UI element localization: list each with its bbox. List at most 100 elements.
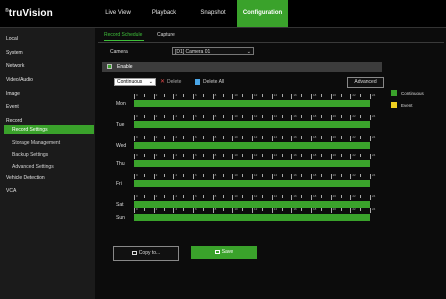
- camera-select[interactable]: [D1] Camera 01 ⌄: [172, 47, 254, 55]
- nav-tab-configuration[interactable]: Configuration: [237, 0, 288, 27]
- nav-tab-playback[interactable]: Playback: [150, 0, 178, 27]
- sidebar-item-local[interactable]: Local: [6, 36, 18, 42]
- schedule-bar-fri[interactable]: [134, 180, 370, 187]
- hour-tick: [232, 115, 234, 120]
- advanced-button[interactable]: Advanced: [347, 77, 384, 88]
- tab-capture[interactable]: Capture: [157, 32, 175, 38]
- schedule-bar-sun[interactable]: [134, 214, 370, 221]
- hour-tick: [173, 115, 175, 120]
- hour-tick: [330, 94, 332, 99]
- hour-tick: [271, 115, 273, 120]
- hour-tick: [232, 154, 234, 159]
- hour-tick: [340, 136, 342, 139]
- hour-number: 4: [175, 114, 177, 118]
- hour-number: 14: [273, 114, 277, 118]
- hour-tick: [330, 174, 332, 179]
- sidebar-item-event[interactable]: Event: [6, 104, 19, 110]
- sidebar-item-system[interactable]: System: [6, 50, 23, 56]
- hour-number: 10: [234, 135, 238, 139]
- hour-tick: [330, 136, 332, 141]
- hour-number: 16: [293, 153, 297, 157]
- hour-tick: [291, 136, 293, 141]
- sidebar-subitem-advanced-settings[interactable]: Advanced Settings: [12, 164, 54, 170]
- hour-tick: [222, 154, 224, 157]
- enable-checkbox[interactable]: [107, 64, 112, 69]
- hour-number: 8: [214, 153, 217, 157]
- sidebar-item-network[interactable]: Network: [6, 63, 24, 69]
- hour-number: 2: [155, 173, 158, 177]
- hour-number: 18: [313, 135, 317, 139]
- hour-tick: [193, 115, 194, 120]
- hour-tick: [153, 208, 155, 213]
- hour-tick: [311, 136, 312, 141]
- hour-tick: [350, 208, 352, 213]
- hour-tick: [320, 174, 322, 177]
- hour-tick: [222, 115, 224, 118]
- hour-number: 0: [136, 207, 138, 211]
- sidebar-item-image[interactable]: Image: [6, 91, 20, 97]
- tab-record-schedule[interactable]: Record Schedule: [104, 32, 142, 38]
- hour-number: 8: [214, 114, 217, 118]
- hour-number: 24: [372, 194, 376, 198]
- schedule-bar-thu[interactable]: [134, 160, 370, 167]
- sidebar-item-video-audio[interactable]: Video/Audio: [6, 77, 33, 83]
- hour-number: 12: [254, 173, 258, 177]
- schedule-bar-tue[interactable]: [134, 121, 370, 128]
- hour-tick: [163, 208, 165, 211]
- hour-number: 8: [214, 194, 217, 198]
- hour-number: 2: [155, 207, 158, 211]
- sidebar-item-vca[interactable]: VCA: [6, 188, 16, 194]
- hour-tick: [183, 154, 185, 157]
- schedule-bar-mon[interactable]: [134, 100, 370, 107]
- legend-event-label: Event: [401, 103, 413, 108]
- hour-tick: [350, 115, 352, 120]
- sidebar: Local System Network Video/Audio Image Event R…: [0, 28, 95, 299]
- hour-number: 20: [332, 135, 336, 139]
- hour-tick: [370, 136, 371, 141]
- hour-tick: [370, 94, 371, 99]
- trash-icon[interactable]: [195, 79, 200, 85]
- hour-tick: [330, 208, 332, 213]
- hour-tick: [212, 154, 214, 159]
- hour-number: 8: [214, 93, 217, 97]
- hour-tick: [291, 94, 293, 99]
- delete-button[interactable]: Delete: [167, 79, 181, 85]
- hour-tick: [301, 174, 303, 177]
- delete-all-button[interactable]: Delete All: [203, 79, 224, 85]
- hour-tick: [202, 115, 204, 118]
- sidebar-item-vehicle-detection[interactable]: Vehicle Detection: [6, 175, 45, 181]
- hour-number: 12: [254, 135, 258, 139]
- hour-tick: [212, 94, 214, 99]
- schedule-bar-wed[interactable]: [134, 142, 370, 149]
- nav-tab-snapshot[interactable]: Snapshot: [199, 0, 227, 27]
- hour-tick: [252, 195, 253, 200]
- hour-number: 4: [175, 207, 177, 211]
- hour-tick: [212, 208, 214, 213]
- hour-tick: [311, 174, 312, 179]
- hour-number: 12: [254, 153, 258, 157]
- hour-tick: [340, 195, 342, 198]
- hour-tick: [202, 136, 204, 139]
- hour-tick: [134, 174, 135, 179]
- hour-number: 22: [352, 173, 356, 177]
- hour-number: 24: [372, 93, 376, 97]
- hour-tick: [153, 94, 155, 99]
- nav-tab-live-view[interactable]: Live View: [104, 0, 132, 27]
- hour-tick: [232, 94, 234, 99]
- hour-tick: [202, 195, 204, 198]
- hour-tick: [183, 136, 185, 139]
- sidebar-item-record[interactable]: Record: [6, 118, 22, 124]
- copy-icon: [131, 251, 137, 255]
- hour-tick: [281, 208, 283, 211]
- sidebar-subitem-storage-management[interactable]: Storage Management: [12, 140, 60, 146]
- hour-tick: [183, 174, 185, 177]
- tab-separator: [98, 42, 444, 43]
- copy-to-button[interactable]: Copy to...: [113, 246, 179, 261]
- record-mode-select[interactable]: Continuous ⌄: [114, 78, 156, 86]
- sidebar-subitem-backup-settings[interactable]: Backup Settings: [12, 152, 48, 158]
- save-button[interactable]: Save: [191, 246, 257, 259]
- delete-icon[interactable]: ✕: [160, 78, 165, 85]
- hour-tick: [134, 208, 135, 213]
- sidebar-subitem-record-settings[interactable]: Record Settings: [12, 127, 48, 133]
- hour-number: 10: [234, 194, 238, 198]
